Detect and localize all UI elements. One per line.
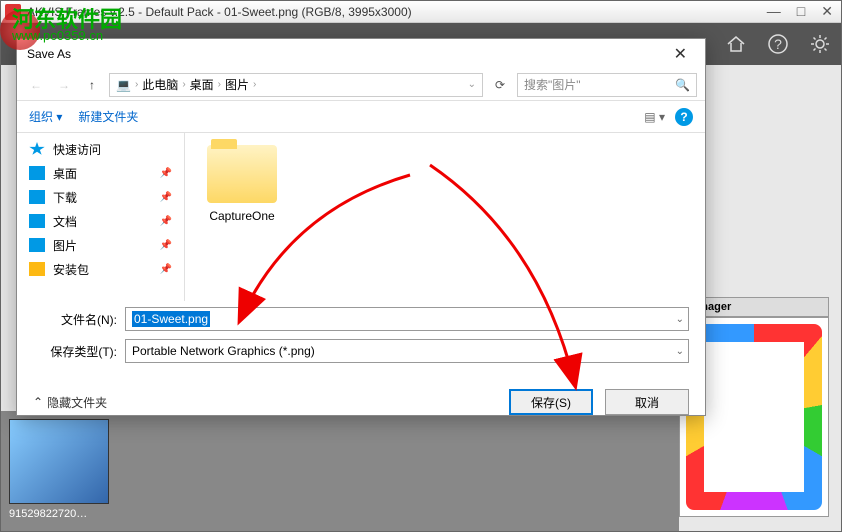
help-icon[interactable]: ? xyxy=(675,108,693,126)
sidebar-item-desktop[interactable]: 桌面 📌 xyxy=(17,161,184,185)
sidebar-item-label: 快速访问 xyxy=(53,141,101,158)
hide-folders-label: 隐藏文件夹 xyxy=(47,394,107,411)
chevron-down-icon[interactable]: ⌄ xyxy=(676,314,684,325)
breadcrumb-item[interactable]: 此电脑 xyxy=(142,76,178,93)
pin-icon: 📌 xyxy=(160,168,172,179)
search-placeholder: 搜索"图片" xyxy=(524,76,581,93)
nav-back-icon[interactable]: ← xyxy=(25,74,47,96)
dialog-toolbar: 组织 ▾ 新建文件夹 ▤ ▾ ? xyxy=(17,101,705,133)
pin-icon: 📌 xyxy=(160,192,172,203)
main-titlebar: AKVIS Frames v.2.5 - Default Pack - 01-S… xyxy=(1,1,841,23)
view-mode-icon[interactable]: ▤ ▾ xyxy=(644,110,665,124)
chevron-right-icon: › xyxy=(182,79,185,90)
breadcrumb-root-icon: 💻 xyxy=(116,78,131,92)
settings-icon[interactable] xyxy=(807,31,833,57)
thumbnail-label: 91529822720… xyxy=(9,508,124,520)
folder-icon xyxy=(29,262,45,276)
filetype-value: Portable Network Graphics (*.png) xyxy=(132,344,315,358)
pin-icon: 📌 xyxy=(160,264,172,275)
breadcrumb-item[interactable]: 桌面 xyxy=(190,76,214,93)
dialog-titlebar: Save As ✕ xyxy=(17,39,705,69)
dialog-nav: ← → ↑ 💻 › 此电脑 › 桌面 › 图片 › ⌄ ⟳ 搜索"图片" 🔍 xyxy=(17,69,705,101)
hide-folders-toggle[interactable]: ⌃ 隐藏文件夹 xyxy=(33,394,107,411)
thumbnail-item[interactable]: 91529822720… xyxy=(9,419,124,523)
sidebar-item-installer[interactable]: 安装包 📌 xyxy=(17,257,184,281)
filetype-label: 保存类型(T): xyxy=(47,343,117,360)
dialog-sidebar: 快速访问 桌面 📌 下载 📌 文档 📌 图片 📌 安装包 📌 xyxy=(17,133,185,301)
desktop-icon xyxy=(29,166,45,180)
pin-icon: 📌 xyxy=(160,240,172,251)
chevron-down-icon[interactable]: ⌄ xyxy=(468,79,476,90)
chevron-right-icon: › xyxy=(218,79,221,90)
search-icon: 🔍 xyxy=(675,78,690,92)
sidebar-item-pictures[interactable]: 图片 📌 xyxy=(17,233,184,257)
close-button[interactable]: ✕ xyxy=(817,3,837,20)
new-folder-button[interactable]: 新建文件夹 xyxy=(78,108,138,125)
nav-up-icon[interactable]: ↑ xyxy=(81,74,103,96)
chevron-right-icon: › xyxy=(135,79,138,90)
sidebar-item-label: 文档 xyxy=(53,213,77,230)
minimize-button[interactable]: — xyxy=(763,3,785,20)
download-icon xyxy=(29,190,45,204)
pin-icon: 📌 xyxy=(160,216,172,227)
sidebar-item-label: 下载 xyxy=(53,189,77,206)
home-icon[interactable] xyxy=(723,31,749,57)
chevron-right-icon: › xyxy=(253,79,256,90)
filename-label: 文件名(N): xyxy=(47,311,117,328)
window-title: AKVIS Frames v.2.5 - Default Pack - 01-S… xyxy=(27,5,763,19)
sidebar-item-documents[interactable]: 文档 📌 xyxy=(17,209,184,233)
breadcrumb[interactable]: 💻 › 此电脑 › 桌面 › 图片 › ⌄ xyxy=(109,73,483,97)
maximize-button[interactable]: □ xyxy=(793,3,809,20)
picture-icon xyxy=(29,238,45,252)
annotation-arrow-icon xyxy=(230,170,430,333)
sidebar-item-label: 桌面 xyxy=(53,165,77,182)
document-icon xyxy=(29,214,45,228)
nav-forward-icon[interactable]: → xyxy=(53,74,75,96)
annotation-arrow-icon xyxy=(420,160,640,403)
chevron-down-icon[interactable]: ⌄ xyxy=(676,346,684,357)
watermark-logo-icon xyxy=(0,10,40,50)
chevron-up-icon: ⌃ xyxy=(33,395,43,409)
thumbnail-image xyxy=(9,419,109,504)
sidebar-item-downloads[interactable]: 下载 📌 xyxy=(17,185,184,209)
refresh-icon[interactable]: ⟳ xyxy=(489,78,511,92)
filename-value: 01-Sweet.png xyxy=(132,311,210,327)
star-icon xyxy=(29,142,45,156)
thumbnail-strip: 91529822720… xyxy=(1,411,679,531)
search-input[interactable]: 搜索"图片" 🔍 xyxy=(517,73,697,97)
dialog-title: Save As xyxy=(27,47,666,61)
sidebar-item-label: 安装包 xyxy=(53,261,89,278)
svg-text:?: ? xyxy=(774,36,782,52)
organize-button[interactable]: 组织 ▾ xyxy=(29,108,62,125)
sidebar-item-label: 图片 xyxy=(53,237,77,254)
dialog-close-button[interactable]: ✕ xyxy=(666,40,695,68)
breadcrumb-item[interactable]: 图片 xyxy=(225,76,249,93)
help-icon[interactable]: ? xyxy=(765,31,791,57)
sidebar-item-quickaccess[interactable]: 快速访问 xyxy=(17,137,184,161)
